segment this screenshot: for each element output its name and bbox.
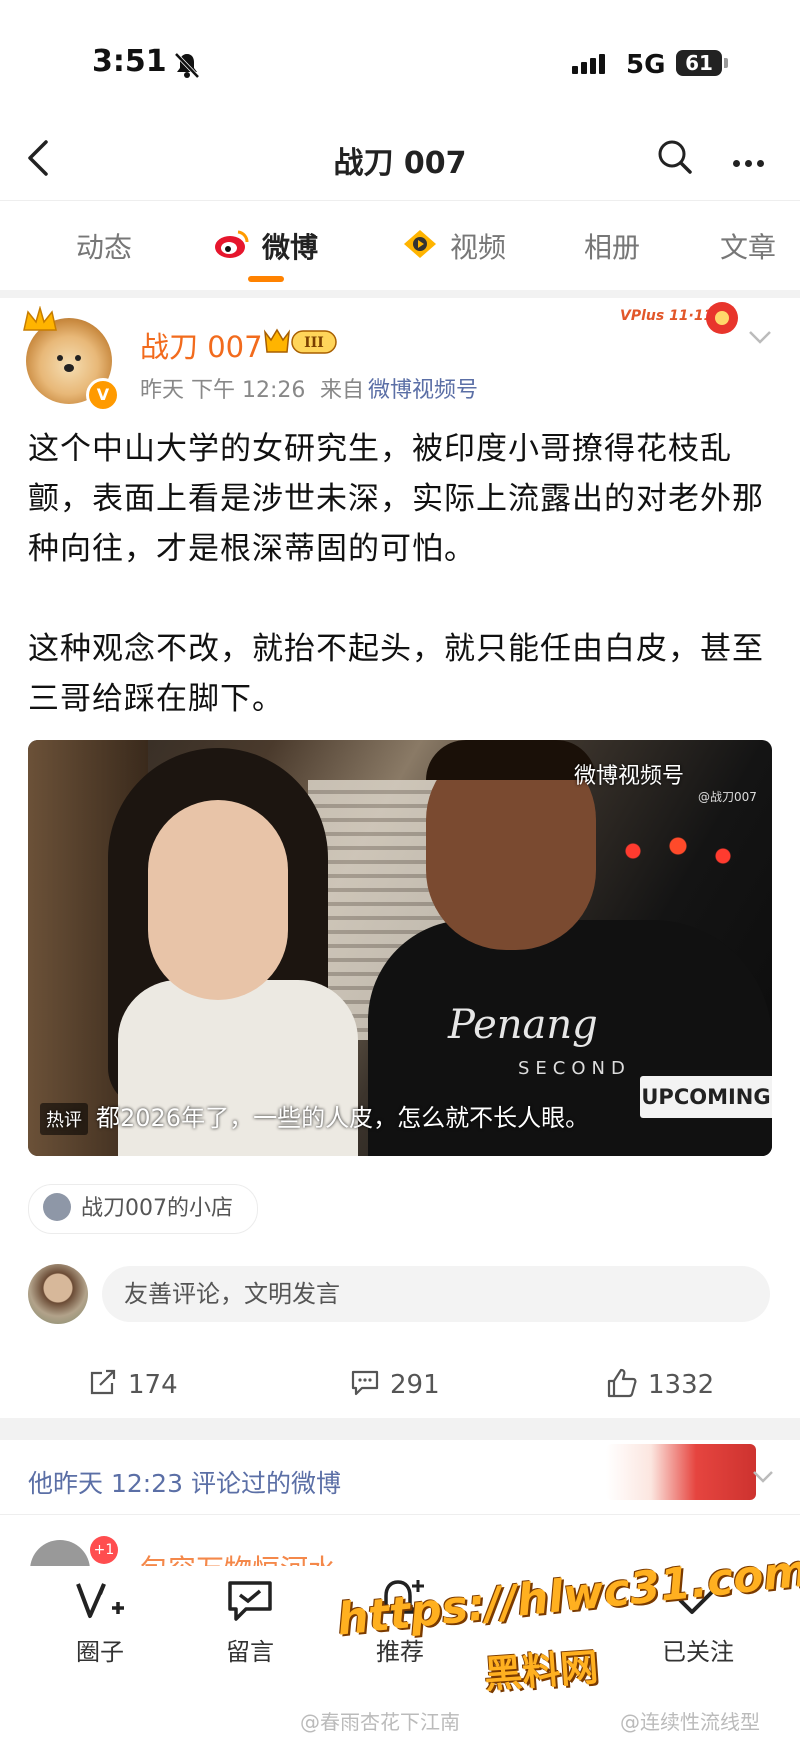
video-watermark: 微博视频号 bbox=[574, 764, 685, 789]
shirt-subtext: SECOND bbox=[518, 1058, 631, 1079]
my-avatar bbox=[28, 1264, 88, 1324]
vip-level-badge-icon: III bbox=[263, 328, 337, 354]
repost-count: 174 bbox=[128, 1370, 178, 1400]
bell-muted-icon bbox=[174, 52, 200, 79]
video-woman-face bbox=[148, 800, 288, 1000]
tab-dynamic[interactable]: 动态 bbox=[76, 226, 132, 266]
vplus-badge-icon: VPlus 11·11 bbox=[620, 302, 738, 334]
message-label: 留言 bbox=[226, 1638, 274, 1666]
status-time: 3:51 bbox=[92, 44, 167, 79]
post-paragraph: 这个中山大学的女研究生，被印度小哥撩得花枝乱颤，表面上看是涉世未深，实际上流露出… bbox=[28, 431, 764, 567]
circle-v-plus-icon bbox=[76, 1583, 124, 1618]
video-lanterns bbox=[618, 826, 768, 876]
divider bbox=[0, 1514, 800, 1515]
author-name[interactable]: 战刀 007 bbox=[140, 324, 263, 366]
battery-icon: 61 bbox=[676, 50, 722, 76]
post-paragraph: 这种观念不改，就抬不起头，就只能任由白皮，甚至三哥给踩在脚下。 bbox=[28, 631, 764, 717]
post-time: 昨天 下午 12:26 bbox=[140, 378, 306, 403]
video-tab-icon bbox=[404, 230, 436, 258]
history-title[interactable]: 他昨天 12:23 评论过的微博 bbox=[28, 1464, 341, 1500]
footer-watermark-right: @连续性流线型 bbox=[620, 1710, 760, 1734]
post-menu-chevron-icon[interactable] bbox=[748, 330, 772, 344]
search-icon[interactable] bbox=[656, 138, 694, 176]
battery-tip bbox=[724, 58, 728, 68]
tab-article[interactable]: 文章 bbox=[720, 226, 776, 266]
shop-label: 战刀007的小店 bbox=[81, 1196, 233, 1221]
dog-face-icon bbox=[57, 355, 81, 372]
verified-badge-icon: V bbox=[86, 378, 120, 412]
site-watermark-cn: 黑料网 bbox=[482, 1645, 600, 1697]
shop-icon bbox=[43, 1193, 71, 1221]
like-count: 1332 bbox=[648, 1370, 715, 1400]
tab-weibo[interactable]: 微博 bbox=[262, 226, 318, 266]
vplus-text: VPlus 11·11 bbox=[620, 308, 713, 324]
chevron-down-icon[interactable] bbox=[752, 1470, 774, 1484]
signal-icon bbox=[572, 54, 608, 74]
message-icon bbox=[228, 1581, 272, 1621]
crown-icon bbox=[23, 306, 57, 331]
repost-icon bbox=[90, 1369, 116, 1394]
post-source[interactable]: 微博视频号 bbox=[368, 372, 478, 404]
vip-level-text: III bbox=[304, 335, 324, 351]
comment-button[interactable]: 291 bbox=[350, 1370, 440, 1400]
followed-label: 已关注 bbox=[662, 1638, 734, 1666]
history-banner bbox=[606, 1444, 756, 1500]
next-post-badge: +1 bbox=[90, 1536, 118, 1564]
repost-button[interactable]: 174 bbox=[88, 1369, 178, 1400]
recommend-label: 推荐 bbox=[376, 1638, 424, 1666]
circle-label: 圈子 bbox=[76, 1638, 124, 1666]
shirt-text: Penang bbox=[448, 1002, 598, 1048]
comment-input[interactable]: 友善评论，文明发言 bbox=[102, 1266, 770, 1322]
weibo-logo-icon bbox=[215, 230, 249, 258]
video-man-hair bbox=[426, 740, 596, 780]
tab-album[interactable]: 相册 bbox=[584, 226, 640, 266]
comment-icon bbox=[351, 1370, 379, 1395]
upcoming-label: UPCOMING bbox=[640, 1076, 772, 1118]
hot-comment-text: 都2026年了，一些的人皮，怎么就不长人眼。 bbox=[96, 1104, 590, 1132]
footer-watermark-left: @春雨杏花下江南 bbox=[300, 1710, 460, 1734]
section-gap bbox=[0, 1418, 800, 1440]
circle-button[interactable]: 圈子 bbox=[45, 1578, 155, 1667]
message-button[interactable]: 留言 bbox=[195, 1578, 305, 1667]
video-handle: @战刀007 bbox=[698, 790, 757, 804]
shop-link[interactable]: 战刀007的小店 bbox=[28, 1184, 258, 1234]
more-icon[interactable] bbox=[733, 152, 769, 171]
network-type: 5G bbox=[626, 50, 666, 80]
divider bbox=[0, 200, 800, 201]
post-text: 这个中山大学的女研究生，被印度小哥撩得花枝乱颤，表面上看是涉世未深，实际上流露出… bbox=[28, 424, 772, 774]
hot-comment: 热评 都2026年了，一些的人皮，怎么就不长人眼。 bbox=[40, 1098, 589, 1135]
hot-comment-tag: 热评 bbox=[40, 1103, 88, 1135]
tab-video[interactable]: 视频 bbox=[450, 226, 506, 266]
thumbs-up-icon bbox=[607, 1368, 637, 1397]
tab-active-indicator bbox=[248, 276, 284, 282]
like-button[interactable]: 1332 bbox=[606, 1368, 715, 1401]
comment-count: 291 bbox=[390, 1370, 440, 1400]
source-prefix: 来自 bbox=[320, 378, 365, 403]
